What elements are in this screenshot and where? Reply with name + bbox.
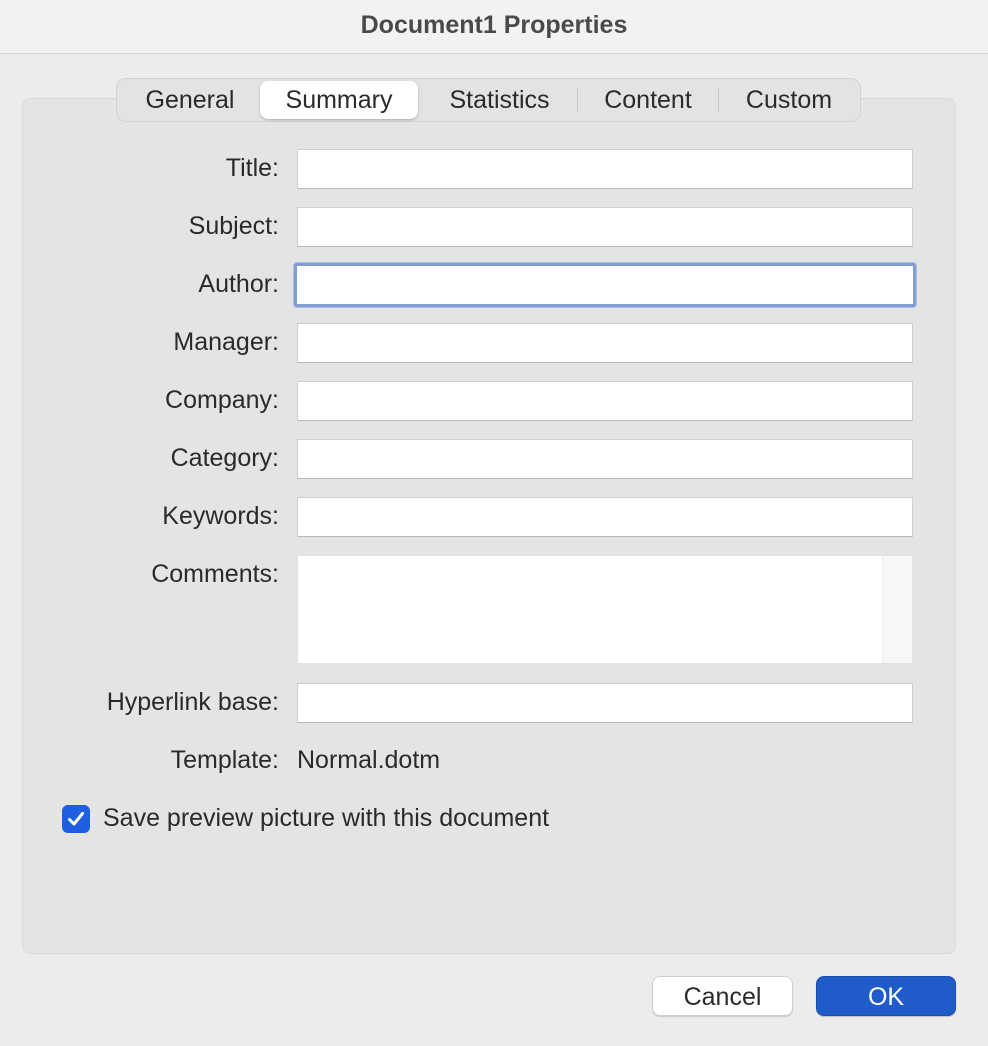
ok-button[interactable]: OK [816, 976, 956, 1016]
template-label: Template: [170, 746, 279, 774]
company-field[interactable] [297, 381, 913, 421]
keywords-field[interactable] [297, 497, 913, 537]
manager-field[interactable] [297, 323, 913, 363]
save-preview-checkbox[interactable] [62, 805, 90, 833]
category-field[interactable] [297, 439, 913, 479]
window-title: Document1 Properties [360, 11, 628, 39]
company-label: Company: [165, 386, 279, 414]
comments-textarea[interactable] [297, 555, 913, 664]
tab-content[interactable]: Content [578, 81, 718, 119]
author-field[interactable] [294, 263, 916, 307]
tab-bar: General Summary Statistics Content Custo… [116, 78, 861, 122]
checkmark-icon [68, 812, 84, 826]
category-label: Category: [170, 444, 279, 472]
hyperlink-base-field[interactable] [297, 683, 913, 723]
tab-summary[interactable]: Summary [260, 81, 418, 119]
manager-label: Manager: [173, 328, 279, 356]
tab-general[interactable]: General [120, 81, 260, 119]
hyperlink-base-label: Hyperlink base: [106, 688, 279, 716]
author-label: Author: [198, 270, 279, 298]
tab-statistics[interactable]: Statistics [422, 81, 577, 119]
comments-label: Comments: [151, 560, 279, 588]
keywords-label: Keywords: [162, 502, 279, 530]
cancel-button[interactable]: Cancel [652, 976, 793, 1016]
title-label: Title: [225, 154, 279, 182]
comments-scrollbar[interactable] [882, 556, 912, 663]
tab-custom[interactable]: Custom [719, 81, 859, 119]
save-preview-label[interactable]: Save preview picture with this document [103, 804, 549, 833]
template-value: Normal.dotm [297, 746, 441, 774]
window-titlebar: Document1 Properties [0, 0, 988, 54]
subject-label: Subject: [188, 212, 279, 240]
title-field[interactable] [297, 149, 913, 189]
subject-field[interactable] [297, 207, 913, 247]
